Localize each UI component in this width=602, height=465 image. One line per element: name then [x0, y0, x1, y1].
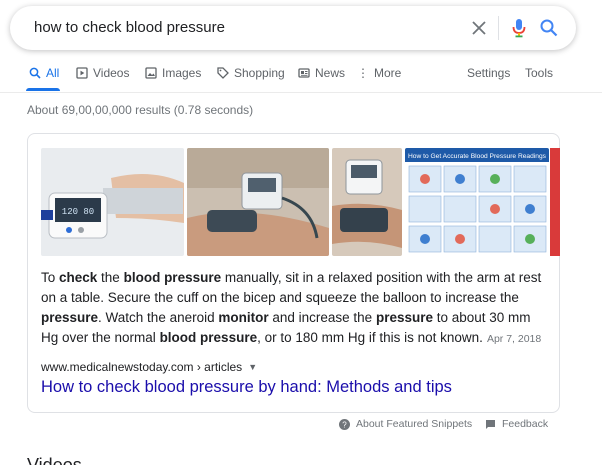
newspaper-icon [298, 68, 310, 78]
more-dots-icon: ⋮ [357, 66, 369, 80]
search-divider [498, 16, 499, 40]
tabs-divider [0, 92, 602, 93]
svg-text:?: ? [342, 420, 347, 429]
snippet-image-5-partial[interactable] [550, 148, 560, 256]
featured-snippet-card: 120 80 How to Get Accurate Blood Pressur… [27, 133, 560, 413]
result-stats: About 69,00,00,000 results (0.78 seconds… [27, 103, 254, 117]
tools-label: Tools [525, 66, 554, 80]
snippet-text: To check the blood pressure manually, si… [41, 268, 551, 349]
feedback-link[interactable]: Feedback [485, 418, 548, 430]
video-icon [76, 67, 88, 79]
tag-icon [217, 67, 229, 79]
feedback-icon [486, 419, 495, 429]
image-guide-heading: How to Get Accurate Blood Pressure Readi… [408, 154, 546, 160]
help-icon: ? [339, 418, 350, 430]
snippet-text-run: . Watch the aneroid [98, 310, 219, 325]
settings-link[interactable]: Settings [467, 66, 510, 80]
caret-down-icon[interactable]: ▼ [248, 362, 257, 372]
about-featured-snippets-link[interactable]: ? About Featured Snippets [339, 418, 472, 430]
snippet-text-run: , or to 180 mm Hg if this is not known. [257, 330, 483, 345]
search-tabs: All Videos Images Shopping News ⋮ More S… [0, 58, 602, 92]
search-box[interactable]: how to check blood pressure [10, 6, 576, 50]
snippet-bold-term: monitor [218, 310, 269, 325]
result-title-link[interactable]: How to check blood pressure by hand: Met… [41, 378, 452, 397]
tab-label: More [374, 66, 402, 80]
about-label: About Featured Snippets [356, 418, 473, 430]
snippet-text-run: the [97, 270, 124, 285]
snippet-date: Apr 7, 2018 [486, 333, 542, 345]
snippet-image-4[interactable]: How to Get Accurate Blood Pressure Readi… [405, 148, 549, 256]
tab-label: Shopping [234, 66, 285, 80]
active-tab-indicator [26, 88, 60, 91]
microphone-icon[interactable] [508, 17, 530, 39]
tab-shopping[interactable]: Shopping [217, 66, 285, 80]
image-strip: 120 80 How to Get Accurate Blood Pressur… [41, 148, 549, 256]
snippet-bold-term: blood pressure [123, 270, 222, 285]
tab-label: News [315, 66, 346, 80]
result-cite: www.medicalnewstoday.com › articles ▼ [41, 360, 257, 374]
feedback-label: Feedback [502, 418, 549, 430]
snippet-image-3[interactable] [332, 148, 402, 256]
tab-label: Images [162, 66, 202, 80]
close-icon[interactable] [468, 17, 490, 39]
settings-label: Settings [467, 66, 511, 80]
tab-images[interactable]: Images [145, 66, 201, 80]
snippet-bold-term: pressure [375, 310, 433, 325]
snippet-text-run: To [41, 270, 60, 285]
search-icon [29, 67, 41, 79]
search-input[interactable]: how to check blood pressure [34, 19, 225, 36]
tab-label: Videos [93, 66, 130, 80]
monitor-display: 120 80 [62, 207, 94, 217]
tab-news[interactable]: News [298, 66, 345, 80]
image-icon [145, 67, 157, 79]
tools-link[interactable]: Tools [525, 66, 553, 80]
snippet-text-run: and increase the [268, 310, 376, 325]
search-icon[interactable] [538, 17, 560, 39]
snippet-bold-term: check [59, 270, 98, 285]
tab-all[interactable]: All [29, 66, 59, 80]
videos-section-heading: Videos [27, 455, 82, 465]
tab-videos[interactable]: Videos [76, 66, 129, 80]
tab-more[interactable]: ⋮ More [357, 66, 401, 80]
snippet-image-1[interactable]: 120 80 [41, 148, 184, 256]
cite-url: www.medicalnewstoday.com › articles [41, 360, 243, 374]
snippet-image-2[interactable] [187, 148, 329, 256]
snippet-bold-term: pressure [41, 310, 99, 325]
snippet-bold-term: blood pressure [159, 330, 258, 345]
tab-label: All [46, 66, 60, 80]
